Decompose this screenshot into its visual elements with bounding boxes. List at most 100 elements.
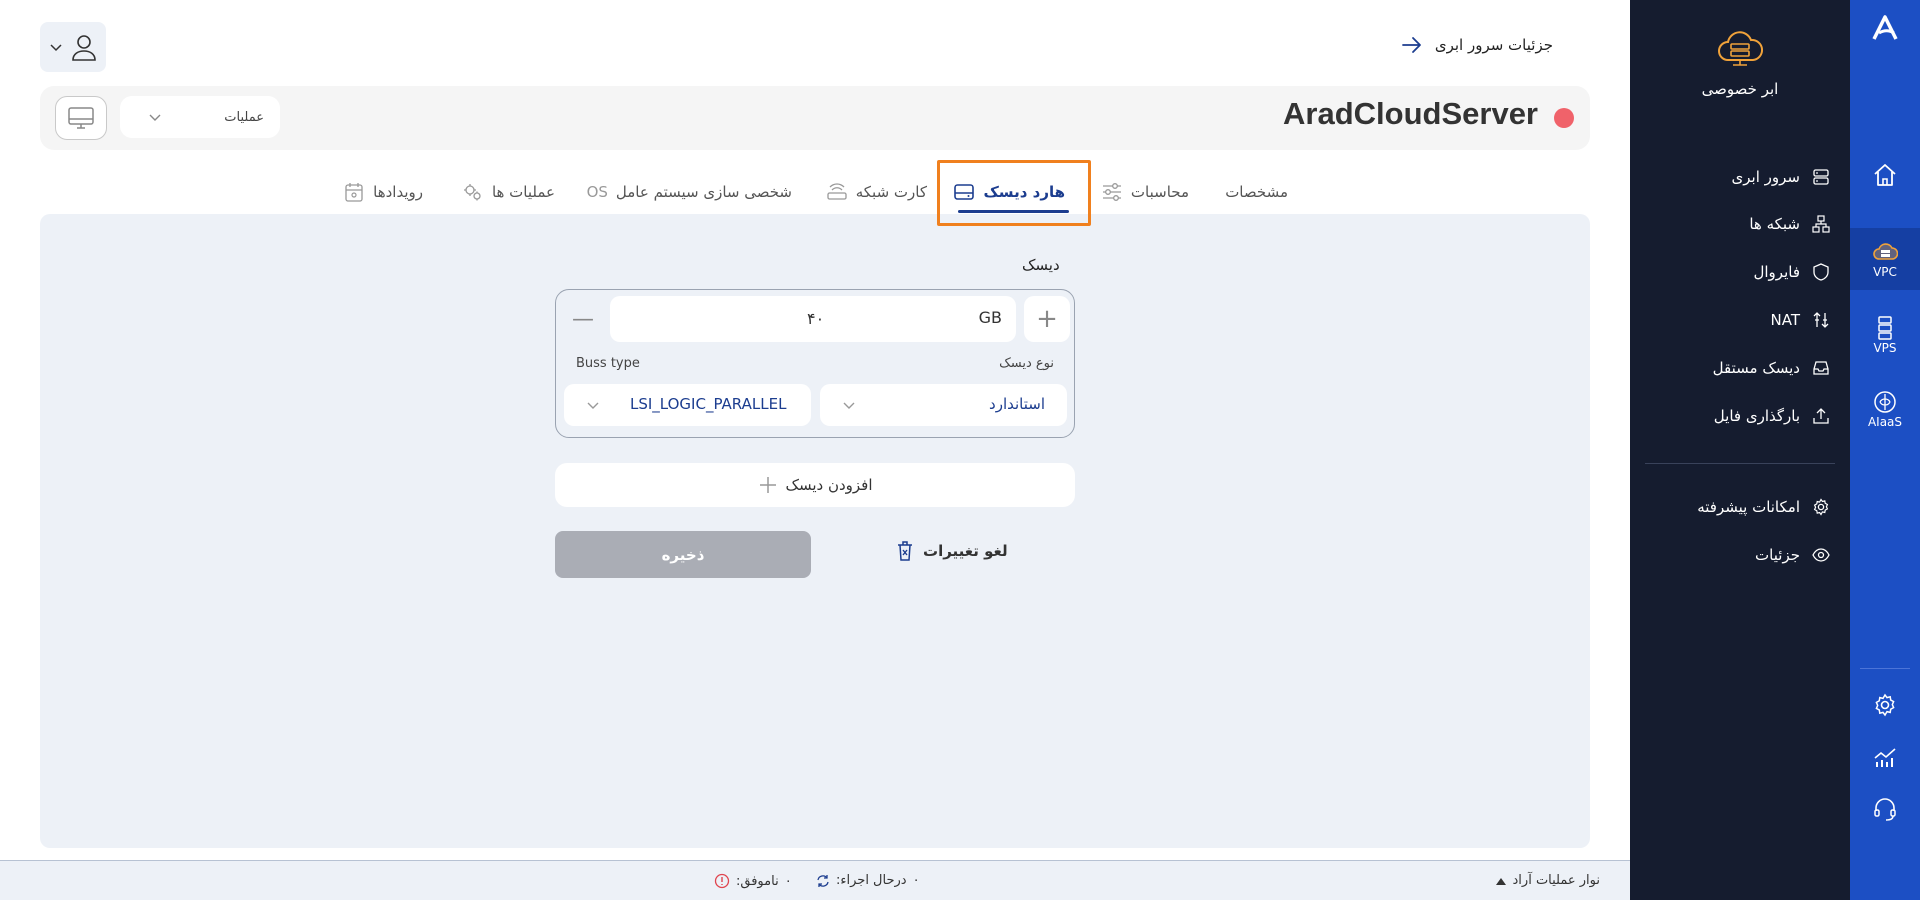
product-rail: VPC VPS AIaaS bbox=[1850, 0, 1920, 900]
vpc-icon bbox=[1873, 243, 1898, 260]
tab-label: محاسبات bbox=[1130, 183, 1189, 201]
rail-settings[interactable] bbox=[1850, 688, 1920, 722]
increase-size-button[interactable]: + bbox=[1024, 296, 1070, 342]
sidebar-item-file-upload[interactable]: بارگذاری فایل bbox=[1640, 402, 1830, 430]
console-button[interactable] bbox=[55, 96, 107, 140]
gears-icon bbox=[463, 184, 481, 201]
running-label: درحال اجراء: bbox=[836, 873, 907, 888]
user-menu-button[interactable] bbox=[40, 22, 106, 72]
sidebar-item-networks[interactable]: شبکه ها bbox=[1640, 210, 1830, 238]
logo-icon[interactable] bbox=[1850, 12, 1920, 44]
disk-type-select[interactable]: استاندارد bbox=[820, 384, 1067, 426]
sidebar-item-nat[interactable]: NAT bbox=[1640, 306, 1830, 334]
back-link-label: جزئیات سرور ابری bbox=[1434, 36, 1553, 54]
tab-label: رویدادها bbox=[373, 183, 423, 201]
sidebar-item-independent-disk[interactable]: دیسک مستقل bbox=[1640, 354, 1830, 382]
rail-item-home[interactable] bbox=[1850, 150, 1920, 200]
home-icon bbox=[1874, 164, 1896, 186]
rail-item-aiaas[interactable]: AIaaS bbox=[1850, 378, 1920, 440]
tab-os-customization[interactable]: OS شخصی سازی سیستم عامل bbox=[587, 168, 792, 216]
router-icon bbox=[827, 183, 847, 200]
tab-compute[interactable]: محاسبات bbox=[1101, 168, 1189, 216]
status-indicator bbox=[1554, 108, 1574, 128]
disk-type-value: استاندارد bbox=[989, 395, 1045, 413]
disk-size-value: ۴۰ bbox=[807, 309, 825, 328]
failed-status: ناموفق: ۰ bbox=[714, 873, 792, 889]
sidebar-item-label: جزئیات bbox=[1755, 546, 1800, 564]
add-disk-label: افزودن دیسک bbox=[785, 476, 873, 494]
bus-type-select[interactable]: LSI_LOGIC_PARALLEL bbox=[564, 384, 811, 426]
refresh-icon bbox=[817, 874, 829, 887]
disk-size-input[interactable]: ۴۰ GB bbox=[610, 296, 1016, 342]
chevron-down-icon bbox=[50, 44, 62, 52]
operations-label: عملیات bbox=[224, 109, 264, 125]
sidebar-item-details[interactable]: جزئیات bbox=[1640, 541, 1830, 569]
tab-specs[interactable]: مشخصات bbox=[1225, 168, 1288, 216]
os-prefix: OS bbox=[586, 183, 608, 201]
tab-bar: مشخصات محاسبات هارد دیسک کارت شبکه OS شخ… bbox=[0, 168, 1630, 216]
triangle-up-icon bbox=[1495, 877, 1506, 885]
save-button[interactable]: ذخیره bbox=[555, 531, 811, 578]
server-header: AradCloudServer عملیات bbox=[40, 86, 1590, 150]
rail-support[interactable] bbox=[1850, 792, 1920, 826]
analytics-icon bbox=[1874, 748, 1896, 767]
gear-icon bbox=[1813, 498, 1829, 516]
focus-highlight bbox=[937, 160, 1091, 226]
sidebar-item-label: فایروال bbox=[1753, 263, 1800, 281]
server-name: AradCloudServer bbox=[1283, 96, 1538, 131]
sidebar-item-firewall[interactable]: فایروال bbox=[1640, 258, 1830, 286]
save-label: ذخیره bbox=[661, 545, 705, 564]
running-count: ۰ bbox=[912, 873, 920, 888]
support-icon bbox=[1874, 798, 1896, 821]
decrease-size-button[interactable]: — bbox=[560, 296, 606, 342]
add-disk-button[interactable]: افزودن دیسک bbox=[555, 463, 1075, 507]
tab-events[interactable]: رویدادها bbox=[343, 168, 423, 216]
private-cloud-icon bbox=[1718, 31, 1763, 66]
arrow-right-icon bbox=[1401, 37, 1421, 53]
rail-item-vpc[interactable]: VPC bbox=[1850, 228, 1920, 290]
failed-count: ۰ bbox=[784, 873, 792, 889]
rail-divider bbox=[1860, 668, 1910, 669]
failed-label: ناموفق: bbox=[736, 873, 779, 889]
discard-changes-button[interactable]: لغو تغییرات bbox=[895, 540, 1008, 562]
back-link[interactable]: جزئیات سرور ابری bbox=[1401, 36, 1553, 54]
brand-label: ابر خصوصی bbox=[1701, 80, 1779, 98]
rail-item-vps[interactable]: VPS bbox=[1850, 304, 1920, 366]
sidebar-item-label: امکانات پیشرفته bbox=[1697, 498, 1800, 516]
tab-network-card[interactable]: کارت شبکه bbox=[826, 168, 927, 216]
tab-label: مشخصات bbox=[1225, 183, 1288, 201]
nat-icon bbox=[1813, 312, 1829, 328]
chevron-down-icon bbox=[843, 402, 855, 409]
bus-type-value: LSI_LOGIC_PARALLEL bbox=[630, 395, 787, 413]
disk-icon bbox=[1813, 361, 1829, 375]
tab-operations[interactable]: عملیات ها bbox=[462, 168, 555, 216]
settings-icon bbox=[1875, 693, 1895, 717]
disk-type-label: نوع دیسک bbox=[999, 356, 1054, 371]
main-area: جزئیات سرور ابری AradCloudServer عملیات … bbox=[0, 0, 1630, 900]
tab-label: عملیات ها bbox=[491, 183, 555, 201]
rail-item-label: AIaaS bbox=[1867, 415, 1903, 429]
disk-card: — ۴۰ GB + Buss type نوع دیسک LSI_LOGIC_P… bbox=[555, 289, 1075, 438]
sidebar-item-label: NAT bbox=[1770, 311, 1800, 329]
sidebar-divider bbox=[1645, 463, 1835, 464]
plus-icon bbox=[759, 477, 776, 493]
sidebar-item-cloud-server[interactable]: سرور ابری bbox=[1640, 163, 1830, 191]
sidebar: ابر خصوصی سرور ابری شبکه ها فایروال NAT … bbox=[1630, 0, 1850, 900]
brand: ابر خصوصی bbox=[1630, 30, 1850, 98]
running-status: درحال اجراء: ۰ bbox=[816, 873, 920, 888]
discard-label: لغو تغییرات bbox=[923, 542, 1008, 560]
bus-type-label: Buss type bbox=[576, 356, 640, 371]
operations-dropdown[interactable]: عملیات bbox=[120, 96, 280, 138]
monitor-icon bbox=[68, 107, 94, 129]
rail-item-label: VPS bbox=[1873, 341, 1897, 355]
sidebar-item-label: سرور ابری bbox=[1731, 168, 1800, 186]
sliders-icon bbox=[1102, 183, 1121, 201]
chevron-down-icon bbox=[587, 402, 599, 409]
operations-footer: نوار عملیات آراد درحال اجراء: ۰ ناموفق: … bbox=[0, 860, 1630, 900]
operations-bar-toggle[interactable]: نوار عملیات آراد bbox=[1495, 873, 1600, 888]
rail-analytics[interactable] bbox=[1850, 740, 1920, 774]
sidebar-item-advanced[interactable]: امکانات پیشرفته bbox=[1640, 493, 1830, 521]
alert-icon bbox=[714, 873, 730, 889]
user-icon bbox=[72, 35, 96, 61]
shield-icon bbox=[1813, 263, 1829, 281]
